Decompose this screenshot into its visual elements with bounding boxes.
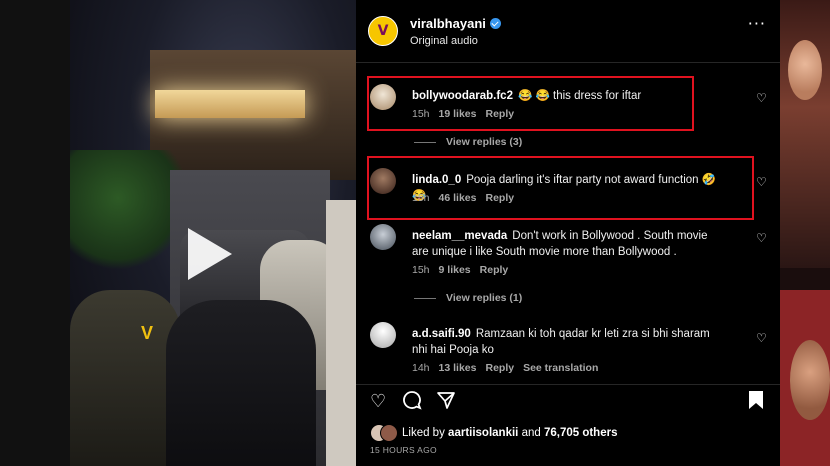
likes-count[interactable]: 76,705 others <box>544 427 618 439</box>
left-background-strip <box>0 0 70 466</box>
play-icon[interactable] <box>188 228 232 280</box>
profile-avatar[interactable]: V <box>368 16 398 46</box>
right-image-face-2 <box>790 340 830 420</box>
likes-summary: Liked by aartiisolankii and 76,705 other… <box>370 424 618 442</box>
reply-button[interactable]: Reply <box>480 264 509 276</box>
comment-likes[interactable]: 9 likes <box>439 264 471 276</box>
share-icon[interactable] <box>436 390 456 415</box>
liked-by-username[interactable]: aartiisolankii <box>448 427 518 439</box>
video-canopy-lights <box>155 90 305 118</box>
post-username[interactable]: viralbhayani <box>410 16 501 31</box>
comment-meta: 14h 13 likes Reply See translation <box>412 362 607 374</box>
heart-icon[interactable]: ♡ <box>756 332 768 344</box>
post-header: V viralbhayani Original audio ··· <box>356 0 780 63</box>
watermark-logo-icon: V <box>140 323 153 343</box>
post-timestamp: 15 HOURS AGO <box>370 445 437 455</box>
highlight-box <box>367 156 754 220</box>
action-bar: ♡ <box>356 384 780 413</box>
heart-icon[interactable]: ♡ <box>756 176 768 188</box>
comment-likes[interactable]: 13 likes <box>439 362 477 374</box>
comment-avatar[interactable] <box>370 224 396 250</box>
reply-button[interactable]: Reply <box>485 362 514 374</box>
more-options-icon[interactable]: ··· <box>748 14 766 33</box>
comment-avatar[interactable] <box>370 322 396 348</box>
video-pillar <box>326 200 356 466</box>
heart-icon[interactable]: ♡ <box>756 232 768 244</box>
right-image-face <box>788 40 822 100</box>
comment-time: 15h <box>412 264 430 276</box>
right-background-strip <box>780 0 830 466</box>
video-player[interactable]: V <box>70 0 356 466</box>
comment-text: a.d.saifi.90 Ramzaan ki toh qadar kr leti… <box>412 326 722 358</box>
view-replies-button[interactable]: View replies (3) <box>414 136 522 148</box>
post-panel: V viralbhayani Original audio ··· bollyw… <box>356 0 780 466</box>
verified-icon <box>489 18 501 29</box>
highlight-box <box>367 76 694 131</box>
comment-text: neelam__mevada Don't work in Bollywood . … <box>412 228 722 260</box>
comment-time: 14h <box>412 362 430 374</box>
audio-label[interactable]: Original audio <box>410 35 478 47</box>
comment-username[interactable]: a.d.saifi.90 <box>412 328 471 340</box>
comment-meta: 15h 9 likes Reply <box>412 264 517 276</box>
see-translation-button[interactable]: See translation <box>523 362 598 374</box>
view-replies-button[interactable]: View replies (1) <box>414 292 522 304</box>
liked-by-avatars <box>370 424 398 442</box>
like-heart-icon[interactable]: ♡ <box>370 391 386 412</box>
heart-icon[interactable]: ♡ <box>756 92 768 104</box>
comment-username[interactable]: neelam__mevada <box>412 230 507 242</box>
video-person-left <box>70 290 180 466</box>
comment-icon[interactable] <box>402 390 422 415</box>
bookmark-icon[interactable] <box>748 390 764 415</box>
video-person-center <box>166 300 316 466</box>
